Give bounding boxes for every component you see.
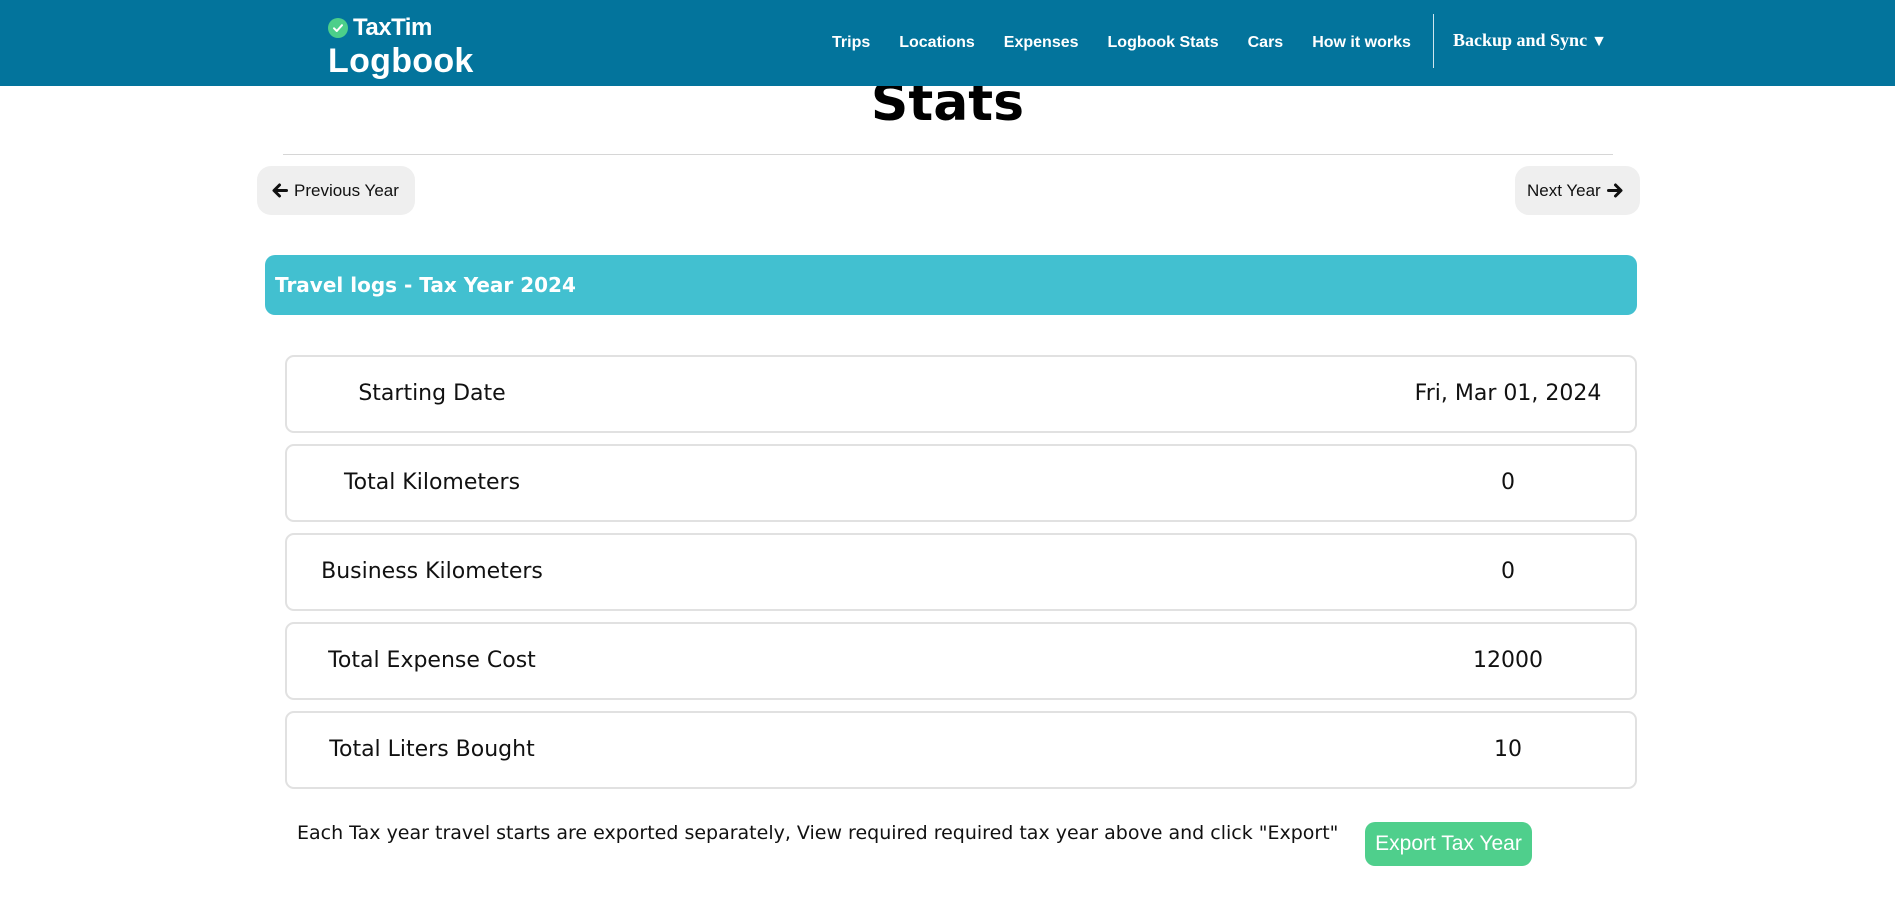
stat-row-starting-date: Starting Date Fri, Mar 01, 2024	[285, 355, 1637, 433]
top-navbar: TaxTim Logbook Trips Locations Expenses …	[0, 0, 1895, 86]
backup-and-sync-dropdown[interactable]: Backup and Sync ▼	[1453, 30, 1607, 51]
arrow-left-icon	[272, 183, 288, 198]
check-circle-icon	[328, 18, 348, 38]
stat-value: 0	[1501, 470, 1515, 495]
stat-label: Total Kilometers	[343, 470, 521, 495]
brand-top-row: TaxTim	[328, 14, 474, 42]
section-header: Travel logs - Tax Year 2024	[265, 255, 1637, 315]
stat-value: 12000	[1473, 648, 1543, 673]
stat-row-total-kilometers: Total Kilometers 0	[285, 444, 1637, 522]
arrow-right-icon	[1606, 183, 1623, 198]
nav-item-locations[interactable]: Locations	[899, 34, 975, 52]
nav-divider	[1433, 14, 1434, 68]
nav-item-logbook-stats[interactable]: Logbook Stats	[1108, 34, 1219, 52]
export-note: Each Tax year travel starts are exported…	[297, 822, 1339, 844]
brand-logo[interactable]: TaxTim Logbook	[328, 14, 474, 78]
stat-row-business-kilometers: Business Kilometers 0	[285, 533, 1637, 611]
next-year-button[interactable]: Next Year	[1515, 166, 1640, 215]
nav-item-how-it-works[interactable]: How it works	[1312, 34, 1411, 52]
nav-item-cars[interactable]: Cars	[1248, 34, 1284, 52]
nav-links: Trips Locations Expenses Logbook Stats C…	[832, 0, 1440, 86]
stat-label: Total Expense Cost	[328, 648, 536, 673]
previous-year-button[interactable]: Previous Year	[257, 166, 415, 215]
nav-item-expenses[interactable]: Expenses	[1004, 34, 1079, 52]
title-divider	[283, 154, 1613, 155]
stat-value: 10	[1494, 737, 1522, 762]
previous-year-label: Previous Year	[294, 180, 399, 200]
stat-row-total-liters-bought: Total Liters Bought 10	[285, 711, 1637, 789]
caret-down-icon: ▼	[1591, 33, 1607, 50]
stat-value: Fri, Mar 01, 2024	[1414, 381, 1602, 406]
stat-label: Business Kilometers	[321, 559, 543, 584]
backup-and-sync-label: Backup and Sync	[1453, 30, 1588, 50]
stat-value: 0	[1501, 559, 1515, 584]
export-tax-year-button[interactable]: Export Tax Year	[1365, 822, 1532, 866]
next-year-label: Next Year	[1527, 180, 1601, 200]
stat-row-total-expense-cost: Total Expense Cost 12000	[285, 622, 1637, 700]
brand-taxtim: TaxTim	[353, 14, 432, 41]
nav-item-trips[interactable]: Trips	[832, 34, 870, 52]
stat-label: Total Liters Bought	[329, 737, 535, 762]
stat-label: Starting Date	[358, 381, 506, 406]
brand-logbook: Logbook	[328, 42, 474, 80]
